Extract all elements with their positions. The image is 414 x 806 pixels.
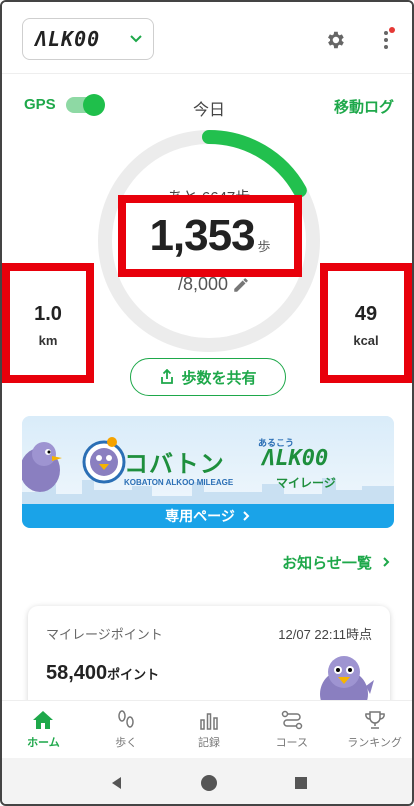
calories-highlight: 49 kcal bbox=[320, 263, 412, 383]
banner-link-label: 専用ページ bbox=[165, 508, 235, 524]
trophy-icon bbox=[364, 710, 385, 729]
distance-highlight: 1.0 km bbox=[2, 263, 94, 383]
banner-logo: ΛLK00 bbox=[262, 446, 329, 471]
nav-walk[interactable]: 歩く bbox=[85, 701, 168, 758]
app-logo: ΛLK00 bbox=[35, 27, 101, 51]
mileage-points-value: 58,400ポイント bbox=[46, 662, 159, 685]
recents-icon[interactable] bbox=[293, 775, 309, 791]
calories-unit: kcal bbox=[353, 333, 379, 348]
news-list-link[interactable]: お知らせ一覧 bbox=[282, 552, 392, 573]
step-count: 1,353 bbox=[149, 211, 255, 260]
nav-records[interactable]: 記録 bbox=[168, 701, 251, 758]
pencil-icon[interactable] bbox=[232, 276, 250, 294]
step-goal[interactable]: /8,000 bbox=[178, 274, 250, 295]
nav-home[interactable]: ホーム bbox=[2, 701, 85, 758]
calories-value: 49 bbox=[354, 303, 378, 325]
nav-ranking-label: ランキング bbox=[347, 736, 402, 749]
share-steps-button[interactable]: 歩数を共有 bbox=[130, 358, 286, 396]
nav-records-label: 記録 bbox=[197, 736, 220, 749]
nav-walk-label: 歩く bbox=[115, 736, 138, 749]
chevron-right-icon bbox=[383, 557, 390, 567]
gear-icon[interactable] bbox=[324, 29, 346, 51]
home-icon bbox=[33, 710, 54, 729]
nav-course[interactable]: コース bbox=[250, 701, 333, 758]
kobaton-face-image bbox=[82, 437, 126, 484]
footprints-icon bbox=[118, 709, 134, 728]
back-icon[interactable] bbox=[109, 775, 125, 791]
banner-mileage-label: マイレージ bbox=[276, 476, 336, 490]
distance-value: 1.0 bbox=[34, 303, 62, 325]
step-count-highlight: 1,353 歩 bbox=[118, 195, 302, 277]
system-navigation-bar bbox=[2, 758, 412, 804]
move-log-link[interactable]: 移動ログ bbox=[334, 96, 394, 117]
mileage-banner[interactable]: コバトン あるこう ΛLK00 KOBATON ALKOO MILEAGE マイ… bbox=[22, 416, 394, 528]
app-screen: ΛLK00 GPS 今日 移動ログ あと 6647歩 bbox=[0, 0, 414, 806]
mileage-points-timestamp: 12/07 22:11時点 bbox=[278, 627, 372, 642]
route-icon bbox=[281, 710, 303, 729]
chevron-down-icon bbox=[130, 35, 142, 43]
news-list-label: お知らせ一覧 bbox=[282, 555, 372, 572]
step-goal-value: /8,000 bbox=[178, 274, 229, 294]
share-label: 歩数を共有 bbox=[181, 369, 257, 387]
chevron-right-icon bbox=[243, 511, 250, 521]
home-circle-icon[interactable] bbox=[200, 774, 218, 792]
banner-title: コバトン bbox=[124, 451, 225, 478]
share-icon bbox=[161, 369, 174, 384]
home-content: GPS 今日 移動ログ あと 6647歩 1,353 歩 /8,000 1.0 … bbox=[2, 74, 412, 716]
nav-course-label: コース bbox=[275, 736, 309, 749]
points-unit: ポイント bbox=[107, 667, 160, 682]
banner-link-bar[interactable]: 専用ページ bbox=[22, 504, 394, 528]
app-switcher-button[interactable]: ΛLK00 bbox=[22, 18, 154, 60]
nav-home-label: ホーム bbox=[27, 736, 60, 749]
mileage-points-title: マイレージポイント bbox=[46, 627, 163, 642]
bottom-navigation: ホーム 歩く 記録 コース ランキング bbox=[2, 700, 412, 758]
nav-ranking[interactable]: ランキング bbox=[333, 701, 412, 758]
more-vertical-icon[interactable] bbox=[380, 27, 402, 56]
notification-dot bbox=[389, 27, 395, 33]
step-unit: 歩 bbox=[257, 238, 271, 254]
bar-chart-icon bbox=[200, 712, 218, 730]
points-number: 58,400 bbox=[46, 662, 108, 684]
app-header: ΛLK00 bbox=[2, 2, 412, 74]
pigeon-mascot-image bbox=[22, 442, 62, 492]
banner-subtitle: KOBATON ALKOO MILEAGE bbox=[124, 478, 234, 487]
distance-unit: km bbox=[38, 333, 58, 348]
